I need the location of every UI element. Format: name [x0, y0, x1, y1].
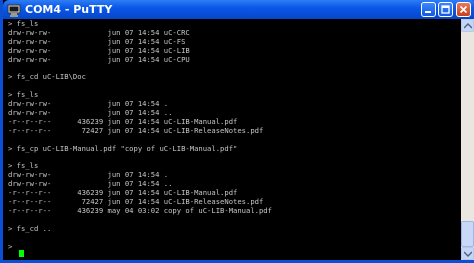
- minimize-button[interactable]: [421, 2, 436, 17]
- terminal-line: -r--r--r-- 436239 jun 07 14:54 uC-LIB-Ma…: [8, 116, 238, 126]
- close-button[interactable]: [456, 2, 471, 17]
- title-bar[interactable]: COM4 - PuTTY: [3, 0, 474, 19]
- terminal-line: -r--r--r-- 72427 jun 07 14:54 uC-LIB-Rel…: [8, 125, 264, 135]
- terminal-line: > fs_ls: [8, 90, 39, 100]
- terminal-line: drw-rw-rw- jun 07 14:54 ..: [8, 108, 173, 117]
- terminal-line: -r--r--r-- 72427 jun 07 14:54 uC-LIB-Rel…: [8, 197, 264, 206]
- terminal-line: > fs_ls: [8, 161, 39, 171]
- terminal-line: drw-rw-rw- jun 07 14:54 uC-FS: [8, 36, 186, 46]
- putty-terminal-icon: [7, 2, 21, 17]
- terminal-line: drw-rw-rw- jun 07 14:54 ..: [8, 179, 173, 189]
- scroll-thumb[interactable]: [461, 221, 474, 247]
- terminal-line: drw-rw-rw- jun 07 14:54 .: [8, 170, 169, 180]
- putty-window: COM4 - PuTTY > fs_ls drw-rw-rw- jun 07 14…: [0, 0, 474, 263]
- terminal-line: drw-rw-rw- jun 07 14:54 uC-LIB: [8, 45, 190, 55]
- terminal-line: > fs_ls: [8, 19, 39, 28]
- terminal-line: > fs_cd uC-LIB\Doc: [8, 72, 86, 82]
- vertical-scrollbar[interactable]: [461, 19, 474, 260]
- terminal-line: drw-rw-rw- jun 07 14:54 uC-CPU: [8, 54, 190, 64]
- maximize-button[interactable]: [438, 2, 453, 17]
- terminal-output[interactable]: > fs_ls drw-rw-rw- jun 07 14:54 uC-CRC drw…: [6, 19, 461, 260]
- window-title: COM4 - PuTTY: [25, 3, 113, 16]
- chevron-up-icon: [464, 23, 472, 29]
- terminal-line: > fs_cd ..: [8, 223, 52, 233]
- terminal-line: > fs_cp uC-LIB-Manual.pdf "copy of uC-LI…: [8, 143, 238, 153]
- scroll-down-button[interactable]: [461, 247, 474, 260]
- terminal-line: -r--r--r-- 436239 may 04 03:02 copy of u…: [8, 205, 272, 215]
- text-cursor: [19, 250, 24, 257]
- terminal-line: drw-rw-rw- jun 07 14:54 uC-CRC: [8, 27, 190, 37]
- terminal-line: -r--r--r-- 436239 jun 07 14:54 uC-LIB-Ma…: [8, 188, 238, 198]
- terminal-line: drw-rw-rw- jun 07 14:54 .: [8, 99, 169, 109]
- scroll-up-button[interactable]: [461, 19, 474, 32]
- terminal-line: >: [8, 241, 13, 251]
- chevron-down-icon: [464, 251, 472, 257]
